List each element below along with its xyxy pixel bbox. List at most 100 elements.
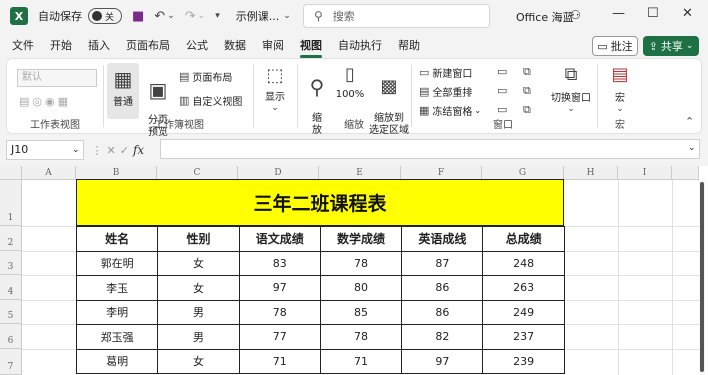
tab-review[interactable]: 审阅 xyxy=(262,37,284,53)
header-cell[interactable]: 总成绩 xyxy=(482,226,565,252)
tab-file[interactable]: 文件 xyxy=(12,37,34,53)
table-cell[interactable]: 249 xyxy=(482,299,565,325)
table-cell[interactable]: 71 xyxy=(238,348,321,374)
header-cell[interactable]: 英语成线 xyxy=(401,226,484,252)
search-box[interactable]: ⚲ 搜索 xyxy=(303,4,490,28)
table-cell[interactable]: 李明 xyxy=(75,299,159,325)
tab-view[interactable]: 视图 xyxy=(300,37,322,58)
table-cell[interactable]: 237 xyxy=(482,324,565,350)
filename-dropdown-icon[interactable]: ⌄ xyxy=(283,11,291,21)
zoom-100-button[interactable]: ▯ 100% xyxy=(335,63,365,100)
sheet-view-select[interactable]: 默认 xyxy=(17,69,97,87)
page-layout-view-button[interactable]: ▤ 页面布局 xyxy=(179,69,232,84)
table-cell[interactable]: 80 xyxy=(319,275,403,301)
table-cell[interactable]: 男 xyxy=(157,299,240,325)
table-cell[interactable]: 77 xyxy=(238,324,321,350)
comments-button[interactable]: ▭ 批注 xyxy=(592,36,638,56)
file-name[interactable]: 示例课... xyxy=(236,8,280,24)
table-cell[interactable]: 87 xyxy=(401,250,484,276)
sync-scroll-icon[interactable]: ⧉ xyxy=(523,84,534,98)
table-cell[interactable]: 97 xyxy=(238,275,321,301)
table-cell[interactable]: 男 xyxy=(157,324,240,350)
name-box-dropdown-icon[interactable]: ⌄ xyxy=(72,145,80,155)
column-header-h[interactable]: H xyxy=(564,166,618,180)
share-button[interactable]: ⇪ 共享 ⌄ xyxy=(643,36,699,56)
macros-button[interactable]: ▤ 宏 ⌄ xyxy=(605,63,635,116)
row-header-4[interactable]: 4 xyxy=(0,275,22,300)
tab-help[interactable]: 帮助 xyxy=(398,37,420,53)
table-cell[interactable]: 97 xyxy=(401,348,484,374)
row-header-5[interactable]: 5 xyxy=(0,300,22,324)
enter-icon[interactable]: ✓ xyxy=(120,144,133,157)
cancel-icon[interactable]: ✕ xyxy=(107,144,120,157)
tab-insert[interactable]: 插入 xyxy=(88,37,110,53)
page-break-preview-button[interactable]: ▣ 分页 预览 xyxy=(142,63,174,138)
undo-dropdown-icon[interactable]: ⌄ xyxy=(167,11,175,21)
keep-view-icon[interactable]: ▤ xyxy=(19,95,29,108)
tab-home[interactable]: 开始 xyxy=(50,37,72,53)
table-cell[interactable]: 82 xyxy=(401,324,484,350)
unhide-window-icon[interactable]: ▭ xyxy=(497,103,510,116)
table-cell[interactable]: 女 xyxy=(157,275,240,301)
minimize-button[interactable]: — xyxy=(612,6,625,21)
user-avatar-icon[interactable]: ⚇ xyxy=(570,8,588,24)
table-cell[interactable]: 78 xyxy=(319,324,403,350)
header-cell[interactable]: 语文成绩 xyxy=(238,226,321,252)
insert-function-button[interactable]: fx xyxy=(133,143,144,157)
save-icon[interactable]: ■ xyxy=(132,9,144,24)
split-icon[interactable]: ▭ xyxy=(497,65,510,78)
vertical-scrollbar-thumb[interactable] xyxy=(700,182,704,372)
table-cell[interactable]: 239 xyxy=(482,348,565,374)
table-cell[interactable]: 女 xyxy=(157,250,240,276)
custom-views-button[interactable]: ▥ 自定义视图 xyxy=(179,93,242,108)
tab-data[interactable]: 数据 xyxy=(224,37,246,53)
table-cell[interactable]: 71 xyxy=(319,348,403,374)
expand-formula-bar-icon[interactable]: ⌄ xyxy=(688,143,696,153)
undo-icon[interactable]: ↶ xyxy=(154,9,165,24)
column-header-g[interactable]: G xyxy=(482,166,564,180)
header-cell[interactable]: 性别 xyxy=(157,226,240,252)
table-cell[interactable]: 86 xyxy=(401,299,484,325)
customize-qat-icon[interactable]: ▾ xyxy=(215,11,220,21)
arrange-all-button[interactable]: ▤ 全部重排 xyxy=(419,84,472,99)
maximize-button[interactable]: ☐ xyxy=(647,6,659,21)
switch-windows-button[interactable]: ⧉ 切换窗口 ⌄ xyxy=(549,63,593,116)
tab-page-layout[interactable]: 页面布局 xyxy=(126,37,170,53)
show-button[interactable]: ⬚ 显示 ⌄ xyxy=(259,65,291,115)
tab-formulas[interactable]: 公式 xyxy=(186,37,208,53)
reset-window-icon[interactable]: ⧉ xyxy=(523,103,534,117)
select-all-corner[interactable] xyxy=(0,166,22,180)
header-cell[interactable]: 姓名 xyxy=(75,226,159,252)
table-cell[interactable]: 郭在明 xyxy=(75,250,159,276)
normal-view-button[interactable]: ▦ 普通 xyxy=(107,63,139,119)
table-cell[interactable]: 83 xyxy=(238,250,321,276)
user-name[interactable]: Office 海蓝 xyxy=(516,9,574,25)
new-view-icon[interactable]: ◉ xyxy=(45,95,55,108)
formula-input[interactable] xyxy=(160,139,700,159)
table-cell[interactable]: 86 xyxy=(401,275,484,301)
table-cell[interactable]: 263 xyxy=(482,275,565,301)
table-cell[interactable]: 葛明 xyxy=(75,348,159,374)
redo-dropdown-icon[interactable]: ⌄ xyxy=(198,11,206,21)
table-cell[interactable]: 78 xyxy=(238,299,321,325)
row-header-3[interactable]: 3 xyxy=(0,251,22,275)
column-header-a[interactable]: A xyxy=(22,166,76,180)
table-cell[interactable]: 郑玉强 xyxy=(75,324,159,350)
table-cell[interactable]: 85 xyxy=(319,299,403,325)
table-cell[interactable]: 女 xyxy=(157,348,240,374)
row-header-1[interactable]: 1 xyxy=(0,180,22,226)
column-header-d[interactable]: D xyxy=(238,166,319,180)
hide-window-icon[interactable]: ▭ xyxy=(497,84,510,97)
column-header-f[interactable]: F xyxy=(401,166,482,180)
header-cell[interactable]: 数学成绩 xyxy=(319,226,403,252)
column-header-b[interactable]: B xyxy=(76,166,157,180)
column-header-i[interactable]: I xyxy=(618,166,672,180)
collapse-ribbon-icon[interactable]: ⌃ xyxy=(685,115,697,128)
row-header-6[interactable]: 6 xyxy=(0,324,22,349)
row-header-2[interactable]: 2 xyxy=(0,226,22,251)
row-header-7[interactable]: 7 xyxy=(0,349,22,375)
autosave-toggle[interactable]: 关 xyxy=(88,8,122,24)
table-cell[interactable]: 248 xyxy=(482,250,565,276)
redo-icon[interactable]: ↷ xyxy=(185,9,196,24)
table-cell[interactable]: 78 xyxy=(319,250,403,276)
